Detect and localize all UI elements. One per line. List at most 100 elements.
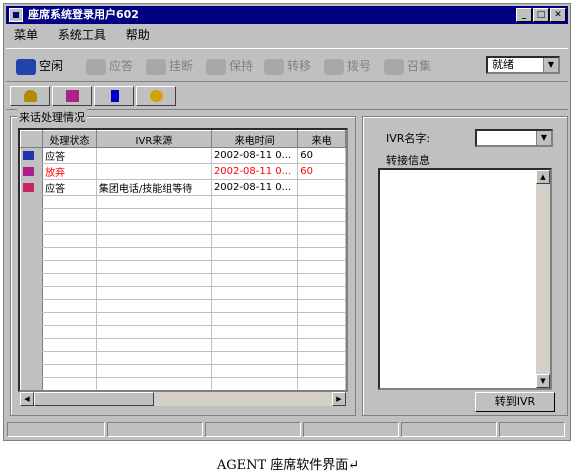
table-row[interactable] <box>20 377 346 390</box>
table-cell <box>297 260 346 274</box>
table-cell <box>42 299 97 313</box>
table-cell <box>96 377 212 390</box>
scroll-thumb[interactable] <box>34 392 154 406</box>
row-indicator <box>20 195 44 209</box>
answer-button[interactable]: 应答 <box>86 56 133 76</box>
idle-button[interactable]: 空闲 <box>16 56 63 76</box>
vertical-scrollbar[interactable]: ▲ ▼ <box>536 170 550 388</box>
horizontal-scrollbar[interactable]: ◀ ▶ <box>20 392 346 406</box>
table-row[interactable] <box>20 221 346 235</box>
table-cell <box>211 286 299 300</box>
calls-table: 处理状态 IVR来源 来电时间 来电 应答 2002-08-11 0... 60 放弃… <box>18 128 348 392</box>
maximize-button[interactable]: □ <box>533 8 549 22</box>
status-pane <box>205 422 301 437</box>
calls-group-title: 来话处理情况 <box>17 109 87 125</box>
scroll-left-icon[interactable]: ◀ <box>20 392 34 406</box>
figure-caption: AGENT 座席软件界面↵ <box>216 458 360 473</box>
table-cell <box>42 195 97 209</box>
table-row[interactable] <box>20 286 346 300</box>
column-header[interactable]: 来电 <box>297 130 346 148</box>
table-cell <box>297 234 346 248</box>
table-cell <box>42 221 97 235</box>
transfer-to-ivr-button[interactable]: 转到IVR <box>475 392 555 412</box>
table-cell <box>42 273 97 287</box>
minimize-button[interactable]: _ <box>516 8 532 22</box>
hold-button[interactable]: 保持 <box>206 56 253 76</box>
gear-button[interactable] <box>136 86 176 106</box>
table-cell <box>211 208 299 222</box>
table-row[interactable] <box>20 195 346 209</box>
table-cell <box>96 273 212 287</box>
book-button[interactable] <box>52 86 92 106</box>
scroll-up-icon[interactable]: ▲ <box>536 170 550 184</box>
table-row[interactable] <box>20 299 346 313</box>
hangup-button[interactable]: 挂断 <box>146 56 193 76</box>
column-header[interactable]: 处理状态 <box>42 130 97 148</box>
scroll-right-icon[interactable]: ▶ <box>332 392 346 406</box>
table-cell <box>297 377 346 390</box>
phone-answer-icon <box>86 58 106 75</box>
transfer-info-textarea[interactable]: ▲ ▼ <box>378 168 552 390</box>
phone-idle-icon <box>16 58 36 75</box>
table-row[interactable]: 放弃 2002-08-11 0... 60 <box>20 163 346 180</box>
status-bar <box>5 420 567 438</box>
table-cell <box>42 325 97 339</box>
row-indicator <box>20 325 44 339</box>
key-icon <box>24 90 37 102</box>
menu-help[interactable]: 帮助 <box>126 28 150 42</box>
table-cell <box>42 286 97 300</box>
column-header[interactable]: 来电时间 <box>210 130 299 148</box>
table-cell <box>42 338 97 352</box>
table-row[interactable]: 应答 2002-08-11 0... 60 <box>20 147 346 164</box>
scroll-down-icon[interactable]: ▼ <box>536 374 550 388</box>
table-row[interactable] <box>20 247 346 261</box>
call-type-icon <box>22 182 34 192</box>
key-button[interactable] <box>10 86 50 106</box>
row-indicator <box>20 163 44 180</box>
table-cell <box>211 221 299 235</box>
table-cell <box>96 208 212 222</box>
table-row[interactable] <box>20 325 346 339</box>
ivr-name-select[interactable]: ▼ <box>475 129 553 147</box>
table-row[interactable] <box>20 338 346 352</box>
table-cell <box>96 325 212 339</box>
table-row[interactable] <box>20 260 346 274</box>
table-row[interactable] <box>20 351 346 365</box>
secondary-toolbar <box>6 84 568 110</box>
table-cell <box>96 351 212 365</box>
table-cell <box>211 247 299 261</box>
table-cell: 放弃 <box>42 163 97 180</box>
row-indicator <box>20 273 44 287</box>
chevron-down-icon[interactable]: ▼ <box>543 58 558 72</box>
row-indicator <box>20 351 44 365</box>
table-cell <box>96 195 212 209</box>
table-row[interactable] <box>20 312 346 326</box>
table-cell <box>297 247 346 261</box>
table-cell <box>96 234 212 248</box>
table-row[interactable]: 应答 集团电话/技能组等待 2002-08-11 0... <box>20 179 346 196</box>
table-cell <box>211 351 299 365</box>
agent-status-select[interactable]: 就绪 ▼ <box>486 56 560 74</box>
call-type-icon <box>22 166 34 176</box>
table-cell: 2002-08-11 0... <box>211 163 299 180</box>
transfer-button[interactable]: 转移 <box>264 56 311 76</box>
table-cell <box>211 325 299 339</box>
column-header[interactable]: IVR来源 <box>95 130 212 148</box>
table-cell <box>42 377 97 390</box>
blue-square-button[interactable] <box>94 86 134 106</box>
table-row[interactable] <box>20 208 346 222</box>
row-indicator <box>20 286 44 300</box>
row-indicator <box>20 247 44 261</box>
table-row[interactable] <box>20 273 346 287</box>
book-icon <box>66 90 79 102</box>
table-cell <box>42 208 97 222</box>
dial-button[interactable]: 拨号 <box>324 56 371 76</box>
menu-main[interactable]: 菜单 <box>14 28 38 42</box>
table-cell <box>211 234 299 248</box>
close-button[interactable]: ✕ <box>550 8 566 22</box>
conference-button[interactable]: 召集 <box>384 56 431 76</box>
menu-system-tools[interactable]: 系统工具 <box>58 28 106 42</box>
chevron-down-icon[interactable]: ▼ <box>536 131 551 145</box>
table-row[interactable] <box>20 234 346 248</box>
table-row[interactable] <box>20 364 346 378</box>
